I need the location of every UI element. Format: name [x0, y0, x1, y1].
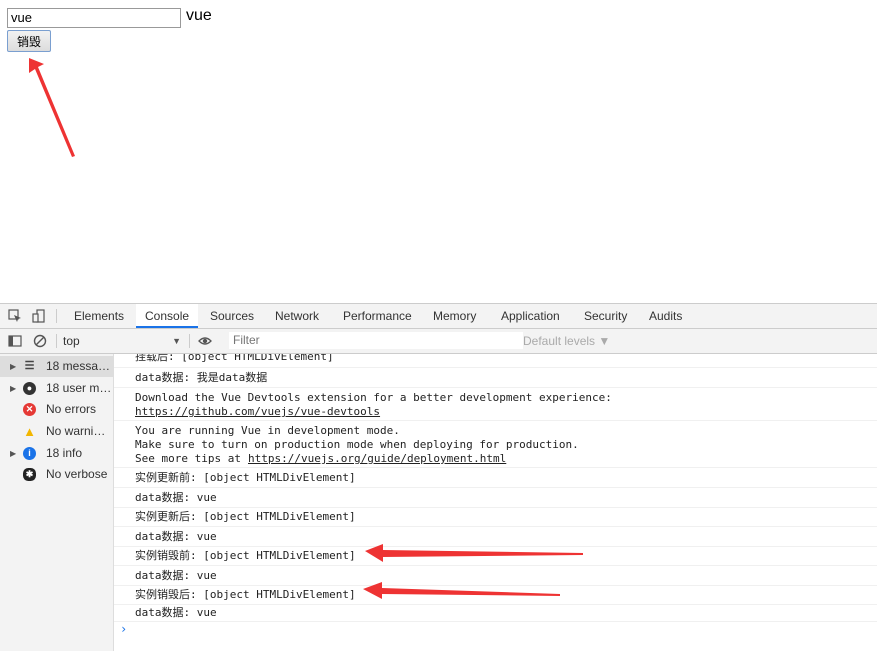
filter-input[interactable] — [229, 332, 523, 349]
devtools-tabbar: Elements Console Sources Network Perform… — [0, 304, 877, 329]
bug-icon: ✱ — [23, 468, 36, 481]
sidebar-item-label: 18 user m… — [46, 381, 112, 395]
console-message: 挂载后: [object HTMLDivElement] — [114, 354, 877, 368]
sidebar-item-warnings[interactable]: ▲ No warnin… — [0, 421, 113, 442]
list-icon: ☰ — [24, 360, 35, 372]
console-prompt[interactable]: › — [120, 622, 127, 636]
message-input[interactable] — [7, 8, 181, 28]
toolbar-divider — [189, 334, 190, 348]
levels-dropdown[interactable]: Default levels ▼ — [523, 329, 610, 353]
sidebar-item-verbose[interactable]: ✱ No verbose — [0, 464, 113, 485]
console-message: 实例销毁前: [object HTMLDivElement] — [114, 546, 877, 566]
devtools-link[interactable]: https://github.com/vuejs/vue-devtools — [135, 405, 380, 419]
tab-performance[interactable]: Performance — [334, 304, 421, 328]
console-message: You are running Vue in development mode.… — [114, 421, 877, 468]
sidebar-item-label: No warnin… — [46, 424, 112, 438]
console-message: data数据: vue — [114, 488, 877, 508]
sidebar-item-label: No verbose — [46, 467, 108, 481]
tab-memory[interactable]: Memory — [424, 304, 485, 328]
expand-triangle-icon[interactable]: ▶ — [10, 378, 16, 399]
toolbar-divider — [56, 309, 57, 323]
console-message: 实例更新前: [object HTMLDivElement] — [114, 468, 877, 488]
error-icon: ✕ — [23, 403, 36, 416]
deployment-guide-link[interactable]: https://vuejs.org/guide/deployment.html — [248, 452, 506, 466]
console-message: data数据: 我是data数据 — [114, 368, 877, 388]
sidebar-item-user-messages[interactable]: ▶ ● 18 user m… — [0, 378, 113, 399]
chevron-down-icon: ▼ — [172, 336, 181, 346]
expand-triangle-icon[interactable]: ▶ — [10, 443, 16, 464]
tab-elements[interactable]: Elements — [65, 304, 133, 328]
user-icon: ● — [23, 382, 36, 395]
sidebar-item-label: No errors — [46, 402, 97, 416]
eye-icon[interactable] — [198, 334, 212, 348]
console-message: data数据: vue — [114, 604, 877, 622]
inspect-element-icon[interactable] — [8, 309, 22, 323]
sidebar-item-label: 18 messag… — [46, 359, 112, 373]
context-label: top — [63, 334, 80, 348]
info-icon: i — [23, 447, 36, 460]
tab-sources[interactable]: Sources — [201, 304, 263, 328]
sidebar-item-info[interactable]: ▶ i 18 info — [0, 443, 113, 464]
toolbar-divider — [56, 334, 57, 348]
devtools-panel: Elements Console Sources Network Perform… — [0, 303, 877, 651]
tab-network[interactable]: Network — [266, 304, 328, 328]
tab-application[interactable]: Application — [492, 304, 569, 328]
expand-triangle-icon[interactable]: ▶ — [10, 356, 16, 377]
tab-security[interactable]: Security — [575, 304, 636, 328]
console-message: 实例更新后: [object HTMLDivElement] — [114, 507, 877, 527]
console-message: 实例销毁后: [object HTMLDivElement] — [114, 585, 877, 605]
warning-icon: ▲ — [23, 424, 36, 439]
console-sidebar: ▶ ☰ 18 messag… ▶ ● 18 user m… ✕ No error… — [0, 354, 114, 651]
device-toolbar-icon[interactable] — [32, 309, 46, 323]
clear-console-icon[interactable] — [33, 334, 47, 348]
tab-audits[interactable]: Audits — [640, 304, 691, 328]
console-messages: 挂载后: [object HTMLDivElement] data数据: 我是d… — [114, 354, 877, 651]
sidebar-item-errors[interactable]: ✕ No errors — [0, 399, 113, 420]
sidebar-toggle-icon[interactable] — [8, 334, 22, 348]
sidebar-item-messages[interactable]: ▶ ☰ 18 messag… — [0, 356, 113, 377]
console-message: data数据: vue — [114, 566, 877, 586]
context-selector[interactable]: top ▼ — [63, 329, 183, 353]
message-echo: vue — [186, 7, 212, 24]
sidebar-item-label: 18 info — [46, 446, 83, 460]
console-message: Download the Vue Devtools extension for … — [114, 388, 877, 421]
console-toolbar: top ▼ Default levels ▼ — [0, 329, 877, 354]
console-message: data数据: vue — [114, 527, 877, 547]
destroy-button[interactable]: 销毁 — [7, 30, 51, 52]
page-area: vue 销毁 — [0, 0, 877, 302]
tab-console[interactable]: Console — [136, 304, 199, 328]
